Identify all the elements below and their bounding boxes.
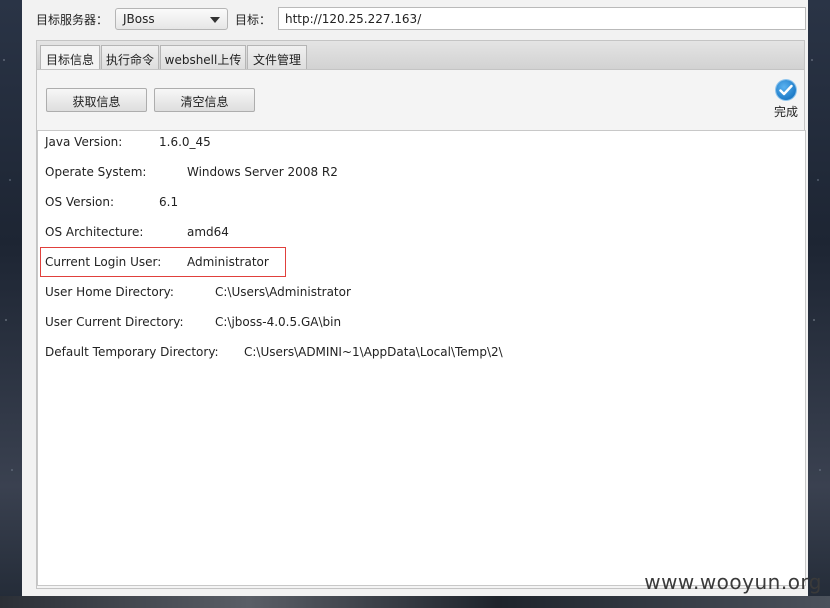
- target-label: 目标：: [235, 13, 272, 27]
- chevron-down-icon: [210, 17, 220, 23]
- info-key: Operate System:: [45, 165, 147, 179]
- watermark: www.wooyun.org: [644, 570, 822, 594]
- desktop-background-left: [0, 0, 22, 608]
- tab-target-info[interactable]: 目标信息: [40, 45, 100, 70]
- status-indicator: 完成: [771, 80, 801, 120]
- tab-bar: 目标信息 执行命令 webshell上传 文件管理: [36, 40, 805, 70]
- desktop-background-right: [808, 0, 830, 608]
- info-value: Administrator: [187, 255, 269, 269]
- info-value: C:\jboss-4.0.5.GA\bin: [215, 315, 342, 329]
- get-info-button[interactable]: 获取信息: [46, 88, 147, 112]
- clear-info-button[interactable]: 清空信息: [154, 88, 255, 112]
- app-window: 目标服务器： JBoss 目标： http://120.25.227.163/ …: [22, 0, 808, 596]
- info-value: 6.1: [159, 195, 179, 209]
- info-key: Current Login User:: [45, 255, 162, 269]
- info-key: Default Temporary Directory:: [45, 345, 219, 359]
- tab-label: 执行命令: [105, 53, 154, 67]
- status-text: 完成: [773, 105, 798, 119]
- tab-label: webshell上传: [164, 53, 242, 67]
- info-output-area[interactable]: Java Version: 1.6.0_45 Operate System: W…: [37, 130, 806, 586]
- check-circle-icon: [776, 80, 796, 100]
- server-select-value: JBoss: [123, 12, 155, 26]
- info-key: Java Version:: [45, 135, 123, 149]
- target-info-panel: 获取信息 清空信息 完成 Java Version: 1.6.0_45 Oper…: [36, 69, 806, 589]
- target-url-input[interactable]: http://120.25.227.163/: [278, 7, 806, 30]
- tab-execute-command[interactable]: 执行命令: [101, 45, 159, 70]
- tab-webshell-upload[interactable]: webshell上传: [160, 45, 246, 70]
- info-key: OS Version:: [45, 195, 115, 209]
- info-value: C:\Users\ADMINI~1\AppData\Local\Temp\2\: [244, 345, 503, 359]
- info-value: Windows Server 2008 R2: [187, 165, 338, 179]
- server-select[interactable]: JBoss: [115, 8, 228, 30]
- server-label: 目标服务器：: [36, 13, 109, 27]
- target-bar: 目标服务器： JBoss 目标： http://120.25.227.163/: [22, 0, 808, 38]
- info-key: OS Architecture:: [45, 225, 144, 239]
- tab-label: 文件管理: [252, 53, 301, 67]
- desktop-background-bottom: [0, 596, 830, 608]
- info-value: 1.6.0_45: [159, 135, 211, 149]
- info-key: User Home Directory:: [45, 285, 174, 299]
- info-value: C:\Users\Administrator: [215, 285, 351, 299]
- tab-label: 目标信息: [45, 53, 94, 67]
- info-value: amd64: [187, 225, 229, 239]
- tab-file-management[interactable]: 文件管理: [247, 45, 307, 70]
- info-key: User Current Directory:: [45, 315, 184, 329]
